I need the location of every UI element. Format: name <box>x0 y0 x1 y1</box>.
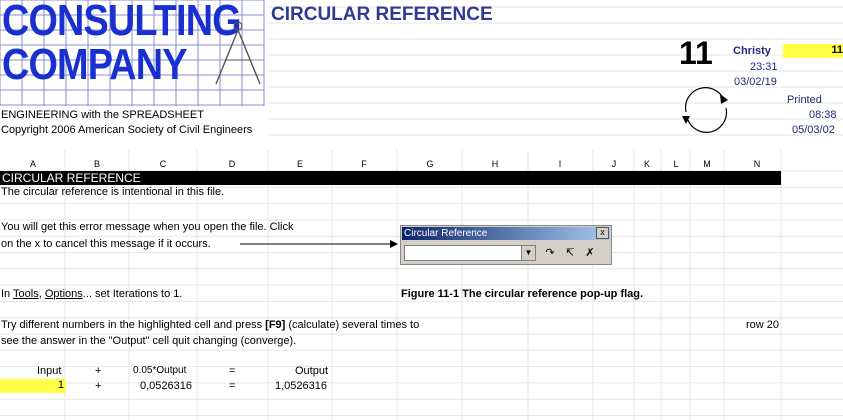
input-value: 1 <box>57 379 64 391</box>
column-header-b: B <box>93 159 100 169</box>
try-instruction-line-1: Try different numbers in the highlighted… <box>1 319 419 331</box>
equals-header: = <box>229 365 236 377</box>
toolbar-close-button[interactable]: x <box>596 227 609 239</box>
circular-reference-toolbar[interactable]: Circular Reference x ▼ ↷ ↸ ✗ <box>400 225 612 265</box>
highlight-value-cell[interactable]: 11 <box>783 44 843 58</box>
printed-time: 08:38 <box>809 109 837 121</box>
column-header-e: E <box>296 159 303 169</box>
equals-sign: = <box>229 380 236 392</box>
tools-prefix: In <box>1 288 14 300</box>
output-header: Output <box>295 365 329 377</box>
options-word: Options <box>44 288 83 300</box>
formula-value: 0,0526316 <box>140 380 192 392</box>
tools-instruction: In Tools, Options... set Iterations to 1… <box>1 288 182 300</box>
copyright: Copyright 2006 American Society of Civil… <box>1 124 253 136</box>
user-name: Christy <box>733 45 771 57</box>
input-cell[interactable]: 1 <box>0 379 66 393</box>
tools-word: Tools <box>13 288 39 300</box>
page-title: CIRCULAR REFERENCE <box>271 4 493 25</box>
column-header-a: A <box>29 159 36 169</box>
logo-line-2: COMPANY <box>2 40 187 89</box>
remove-arrows-icon[interactable]: ✗ <box>581 245 599 261</box>
try-text-c: (calculate) several times to <box>285 319 420 331</box>
column-header-d: D <box>228 159 236 169</box>
trace-dependents-icon[interactable]: ↷ <box>541 245 559 261</box>
column-header-c: C <box>159 159 167 169</box>
input-header: Input <box>37 365 62 377</box>
chevron-down-icon[interactable]: ▼ <box>521 246 535 260</box>
column-header-k: K <box>643 159 650 169</box>
error-note-line-1: You will get this error message when you… <box>1 221 294 233</box>
error-note-line-2: on the x to cancel this message if it oc… <box>1 238 211 250</box>
column-header-n: N <box>753 159 761 169</box>
intentional-note: The circular reference is intentional in… <box>1 186 225 198</box>
row-20-label: row 20 <box>746 319 780 331</box>
date-value: 03/02/19 <box>734 76 777 88</box>
tools-suffix: ... set Iterations to 1. <box>82 288 183 300</box>
formula-header: 0.05*Output <box>133 365 187 376</box>
figure-caption: Figure 11-1 The circular reference pop-u… <box>401 288 644 300</box>
printed-date: 05/03/02 <box>792 124 835 136</box>
trace-precedents-icon[interactable]: ↸ <box>561 245 579 261</box>
column-header-j: J <box>611 159 617 169</box>
time-value: 23:31 <box>750 61 778 73</box>
column-header-g: G <box>426 159 434 169</box>
output-value: 1,0526316 <box>275 380 327 392</box>
pointer-arrow <box>240 240 398 248</box>
f9-key: [F9] <box>265 319 286 331</box>
toolbar-title: Circular Reference <box>404 228 488 239</box>
column-header-i: I <box>558 159 562 169</box>
column-header-l: L <box>673 159 679 169</box>
logo-line-1: CONSULTING <box>2 0 242 45</box>
printed-label: Printed <box>787 94 822 106</box>
column-header-h: H <box>491 159 499 169</box>
subtitle: ENGINEERING with the SPREADSHEET <box>1 109 204 121</box>
toolbar-title-bar[interactable]: Circular Reference <box>402 227 610 240</box>
try-text-a: Try different numbers in the highlighted… <box>1 319 266 331</box>
section-title: CIRCULAR REFERENCE <box>2 171 141 185</box>
plus-header: + <box>95 365 102 377</box>
plus-sign: + <box>95 380 102 392</box>
compass-icon <box>215 21 261 85</box>
section-title-bar: CIRCULAR REFERENCE <box>0 171 781 185</box>
column-header-f: F <box>361 159 367 169</box>
try-instruction-line-2: see the answer in the "Output" cell quit… <box>1 335 297 347</box>
highlight-value: 11 <box>831 44 843 56</box>
sheet-number: 11 <box>679 35 713 71</box>
column-header-m: M <box>703 159 711 169</box>
circular-arrows-icon <box>682 87 728 133</box>
circular-reference-combo[interactable]: ▼ <box>404 245 536 261</box>
